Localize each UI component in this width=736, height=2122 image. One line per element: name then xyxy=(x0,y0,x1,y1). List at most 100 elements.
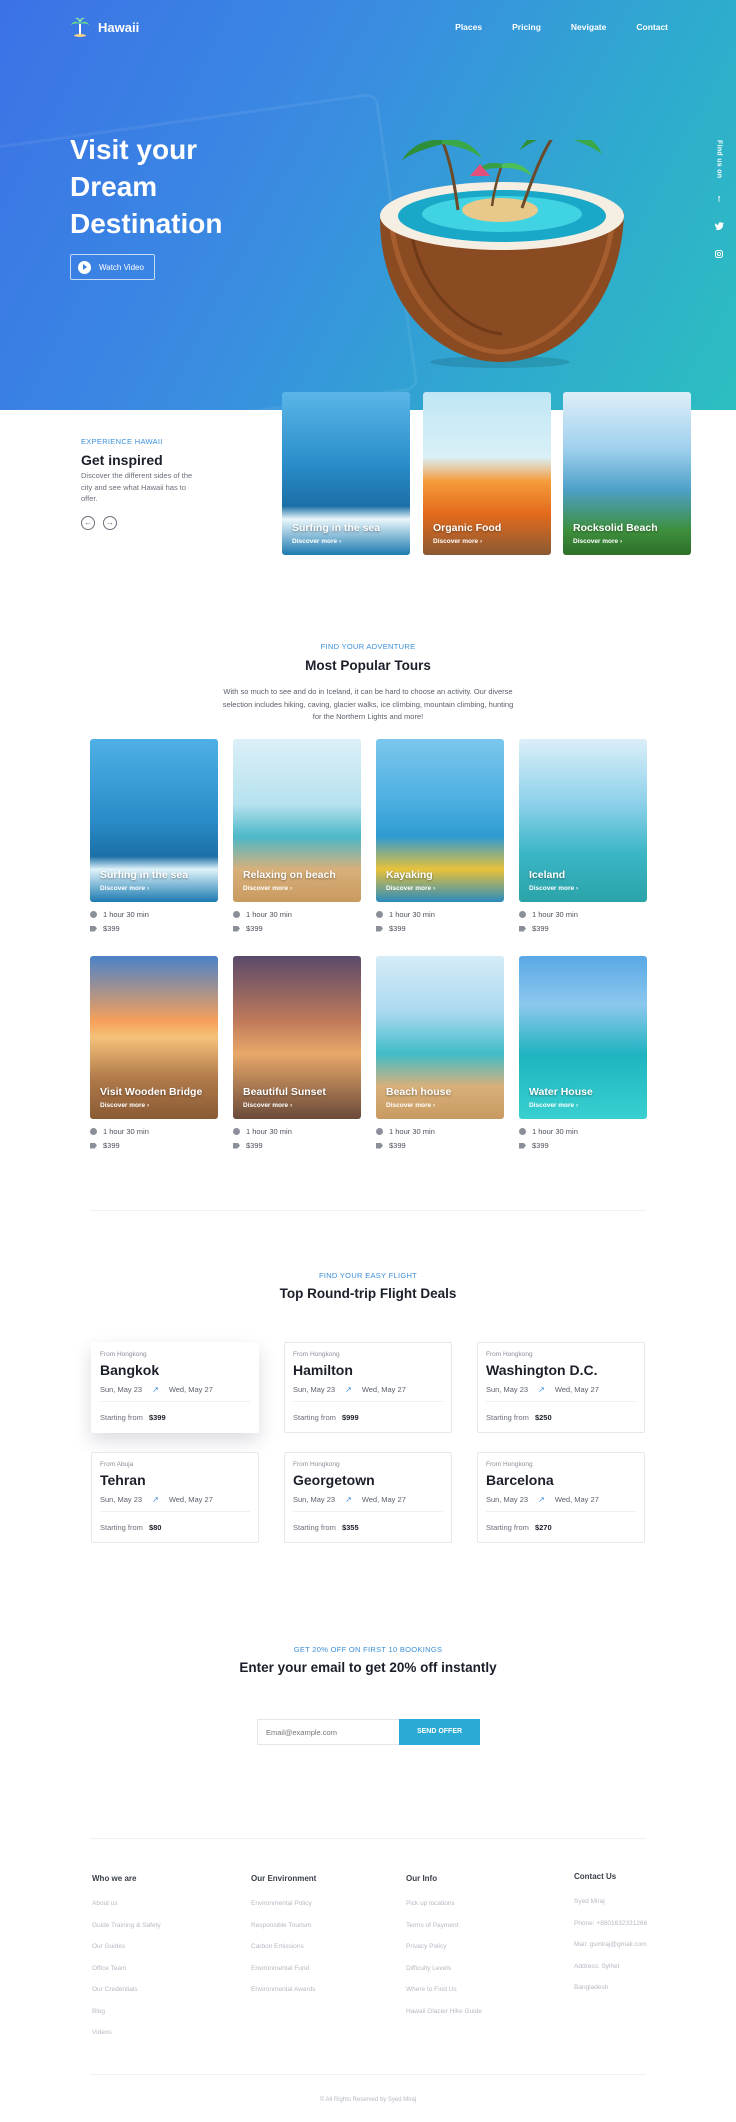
footer-link[interactable]: Pick up locations xyxy=(406,1899,536,1910)
price-tag-icon xyxy=(519,925,526,932)
footer-link[interactable]: Environmental Fund xyxy=(251,1964,381,1975)
footer-column: Our Environment Environmental Policy Respo… xyxy=(251,1874,381,2007)
flight-dates: Sun, May 23 ↗ Wed, May 27 xyxy=(293,1495,406,1504)
next-arrow-icon[interactable]: → xyxy=(103,516,117,530)
footer-link[interactable]: Terms of Payment xyxy=(406,1921,536,1932)
flight-dates: Sun, May 23 ↗ Wed, May 27 xyxy=(293,1385,406,1394)
tour-duration: 1 hour 30 min xyxy=(90,910,149,919)
nav-places[interactable]: Places xyxy=(455,22,482,32)
flight-price: Starting from $355 xyxy=(293,1523,359,1532)
footer-link[interactable]: Hawaii Glacier Hike Guide xyxy=(406,2007,536,2018)
discover-more-link[interactable]: Discover more › xyxy=(529,885,578,892)
footer-link[interactable]: Environmental Awards xyxy=(251,1985,381,1996)
tour-card[interactable]: Iceland Discover more › xyxy=(519,739,647,902)
send-offer-button[interactable]: SEND OFFER xyxy=(399,1719,480,1745)
tour-card[interactable]: Beach house Discover more › xyxy=(376,956,504,1119)
discover-more-link[interactable]: Discover more › xyxy=(529,1102,593,1109)
tour-price: $399 xyxy=(90,924,120,933)
footer-column: Who we are About us Guide Training & Safet… xyxy=(92,1874,222,2050)
footer-heading: Our Environment xyxy=(251,1874,317,1883)
discover-more-link[interactable]: Discover more › xyxy=(386,1102,451,1109)
offer-title: Enter your email to get 20% off instantl… xyxy=(239,1660,497,1675)
discover-more-link[interactable]: Discover more › xyxy=(243,885,336,892)
flight-dates: Sun, May 23 ↗ Wed, May 27 xyxy=(486,1495,599,1504)
tour-duration: 1 hour 30 min xyxy=(233,910,292,919)
footer-link[interactable]: Privacy Policy xyxy=(406,1942,536,1953)
price-tag-icon xyxy=(233,925,240,932)
footer-bottom-divider xyxy=(90,2074,646,2075)
flight-deal-card[interactable]: From Hongkong Bangkok Sun, May 23 ↗ Wed, M… xyxy=(91,1342,259,1433)
footer-link[interactable]: Bangladesh xyxy=(574,1983,704,1994)
footer-link[interactable]: Guide Training & Safety xyxy=(92,1921,222,1932)
inspired-card-organic-food[interactable]: Organic Food Discover more › xyxy=(423,392,551,555)
discover-more-link[interactable]: Discover more › xyxy=(100,1102,202,1109)
nav-pricing[interactable]: Pricing xyxy=(512,22,541,32)
footer-link[interactable]: Phone: +8801632331266 xyxy=(574,1919,704,1930)
clock-icon xyxy=(376,1128,383,1135)
footer-link[interactable]: Environmental Policy xyxy=(251,1899,381,1910)
tour-card[interactable]: Surfing in the sea Discover more › xyxy=(90,739,218,902)
copyright: © All Rights Reserved by Syed Miraj xyxy=(319,2097,417,2103)
main-nav: Places Pricing Nevigate Contact xyxy=(455,22,668,32)
inspired-card-surfing[interactable]: Surfing in the sea Discover more › xyxy=(282,392,410,555)
nav-nevigate[interactable]: Nevigate xyxy=(571,22,606,32)
footer-link[interactable]: Office Team xyxy=(92,1964,222,1975)
discover-more-link[interactable]: Discover more › xyxy=(292,538,380,545)
price-tag-icon xyxy=(376,925,383,932)
price-tag-icon xyxy=(90,1142,97,1149)
footer-link[interactable]: Carbon Emissions xyxy=(251,1942,381,1953)
tour-card[interactable]: Kayaking Discover more › xyxy=(376,739,504,902)
footer-link[interactable]: Syed Miraj xyxy=(574,1897,704,1908)
flight-deal-card[interactable]: From Hongkong Barcelona Sun, May 23 ↗ Wed,… xyxy=(477,1452,645,1543)
flight-deal-card[interactable]: From Hongkong Hamilton Sun, May 23 ↗ Wed, … xyxy=(284,1342,452,1433)
discover-more-link[interactable]: Discover more › xyxy=(433,538,501,545)
clock-icon xyxy=(519,911,526,918)
tours-description: With so much to see and do in Iceland, i… xyxy=(222,687,514,721)
flight-deal-card[interactable]: From Hongkong Georgetown Sun, May 23 ↗ Wed… xyxy=(284,1452,452,1543)
prev-arrow-icon[interactable]: ← xyxy=(81,516,95,530)
instagram-icon[interactable] xyxy=(715,250,723,260)
logo[interactable]: Hawaii xyxy=(70,17,139,37)
tour-duration: 1 hour 30 min xyxy=(376,1127,435,1136)
flight-origin: From Hongkong xyxy=(100,1351,147,1358)
twitter-icon[interactable] xyxy=(714,222,724,232)
flight-destination: Bangkok xyxy=(100,1362,160,1378)
hero-section: Hawaii Places Pricing Nevigate Contact V… xyxy=(0,0,736,410)
flight-destination: Hamilton xyxy=(293,1362,353,1378)
footer-link[interactable]: Mail: gsmiraj@gmail.com xyxy=(574,1940,704,1951)
tour-price: $399 xyxy=(233,1141,263,1150)
flight-dates: Sun, May 23 ↗ Wed, May 27 xyxy=(100,1495,213,1504)
nav-contact[interactable]: Contact xyxy=(636,22,668,32)
footer-link[interactable]: Blog xyxy=(92,2007,222,2018)
footer-link[interactable]: Difficulty Levels xyxy=(406,1964,536,1975)
tour-card[interactable]: Water House Discover more › xyxy=(519,956,647,1119)
tour-card[interactable]: Beautiful Sunset Discover more › xyxy=(233,956,361,1119)
tour-card[interactable]: Relaxing on beach Discover more › xyxy=(233,739,361,902)
clock-icon xyxy=(233,1128,240,1135)
facebook-icon[interactable]: f xyxy=(718,196,720,204)
discover-more-link[interactable]: Discover more › xyxy=(100,885,188,892)
flight-deal-card[interactable]: From Abuja Tehran Sun, May 23 ↗ Wed, May 2… xyxy=(91,1452,259,1543)
tours-eyebrow: FIND YOUR ADVENTURE xyxy=(320,642,416,651)
inspired-card-rocksolid-beach[interactable]: Rocksolid Beach Discover more › xyxy=(563,392,691,555)
footer-link[interactable]: About us xyxy=(92,1899,222,1910)
flight-deal-card[interactable]: From Hongkong Washington D.C. Sun, May 2… xyxy=(477,1342,645,1433)
footer-link[interactable]: Responsible Tourism xyxy=(251,1921,381,1932)
email-input[interactable] xyxy=(257,1719,399,1745)
discover-more-link[interactable]: Discover more › xyxy=(243,1102,326,1109)
footer-link[interactable]: Our Guides xyxy=(92,1942,222,1953)
discover-more-link[interactable]: Discover more › xyxy=(386,885,435,892)
footer-link[interactable]: Our Credentials xyxy=(92,1985,222,1996)
footer-link[interactable]: Where to Find Us xyxy=(406,1985,536,1996)
discover-more-link[interactable]: Discover more › xyxy=(573,538,658,545)
tour-card[interactable]: Visit Wooden Bridge Discover more › xyxy=(90,956,218,1119)
tour-price: $399 xyxy=(90,1141,120,1150)
footer-link[interactable]: Videos xyxy=(92,2028,222,2039)
flight-origin: From Hongkong xyxy=(486,1461,533,1468)
plane-icon: ↗ xyxy=(538,1495,545,1504)
clock-icon xyxy=(233,911,240,918)
footer-link[interactable]: Address: Sylhet xyxy=(574,1962,704,1973)
tour-duration: 1 hour 30 min xyxy=(519,910,578,919)
watch-video-button[interactable]: Watch Video xyxy=(70,254,155,280)
clock-icon xyxy=(90,1128,97,1135)
